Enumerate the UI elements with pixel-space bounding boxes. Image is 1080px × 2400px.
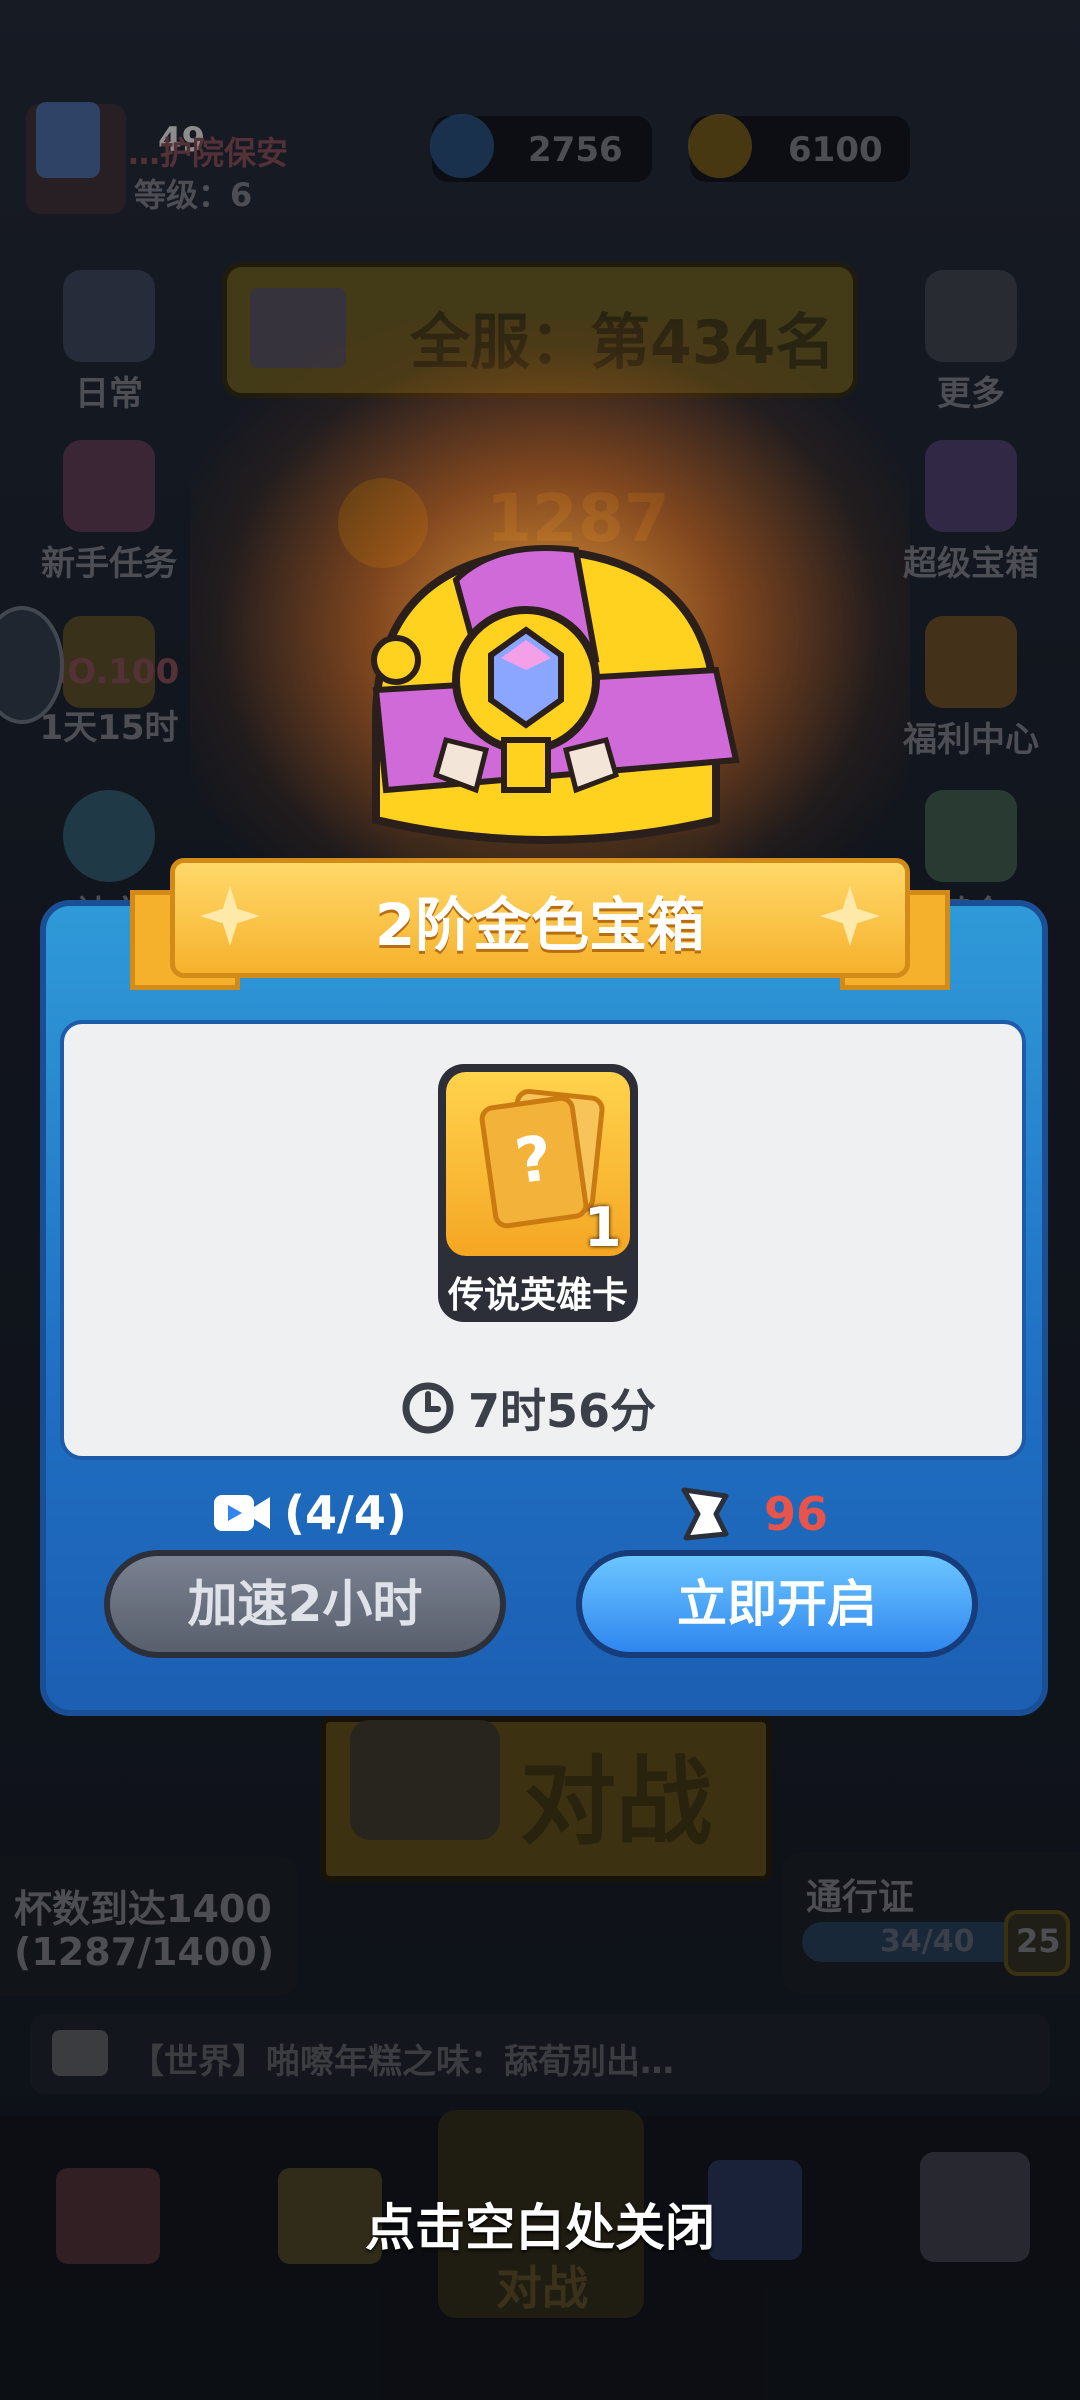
video-speedup-info: (4/4) — [212, 1486, 407, 1540]
speedup-button[interactable]: 加速2小时 — [104, 1550, 506, 1658]
timer-text: 7时56分 — [468, 1384, 657, 1438]
unlock-timer: 7时56分 — [400, 1378, 656, 1438]
clock-icon — [402, 1382, 454, 1434]
open-cost: 96 — [764, 1487, 829, 1541]
video-count: (4/4) — [284, 1486, 407, 1540]
video-camera-icon — [214, 1495, 270, 1531]
question-card-icon: ? — [477, 1093, 591, 1231]
open-cost-info: 96 — [676, 1486, 828, 1542]
hourglass-ticket-icon — [681, 1487, 729, 1541]
treasure-chest-icon — [371, 545, 740, 874]
reward-count: 1 — [584, 1196, 622, 1259]
reward-name: 传说英雄卡 — [447, 1275, 628, 1316]
open-now-button[interactable]: 立即开启 — [576, 1550, 978, 1658]
close-hint: 点击空白处关闭 — [365, 2199, 715, 2257]
modal-title: 2阶金色宝箱 — [374, 891, 706, 959]
